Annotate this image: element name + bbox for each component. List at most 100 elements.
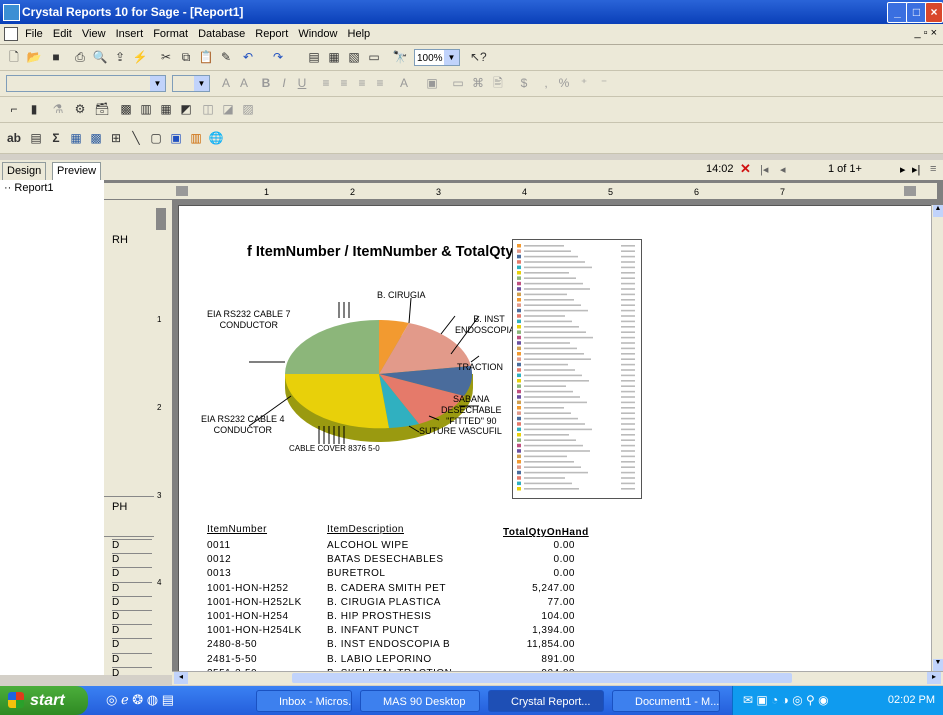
report-explorer-icon[interactable]: ▦: [326, 49, 342, 65]
insert-summary-icon[interactable]: Σ: [48, 130, 64, 146]
copy-icon[interactable]: ⧉: [178, 49, 194, 65]
section-d[interactable]: D: [112, 539, 152, 551]
section-d[interactable]: D: [112, 610, 152, 622]
menu-view[interactable]: View: [82, 24, 106, 44]
insert-picture-icon[interactable]: ▣: [168, 130, 184, 146]
report-options-icon[interactable]: ▨: [240, 101, 256, 117]
tree-root[interactable]: ·· Report1: [4, 182, 54, 194]
map-expert-icon[interactable]: ▦: [158, 101, 174, 117]
section-d[interactable]: D: [112, 595, 152, 608]
insert-group-icon[interactable]: ▤: [28, 130, 44, 146]
section-ph[interactable]: PH: [112, 501, 127, 513]
mdi-controls[interactable]: _ ▫ ×: [914, 27, 937, 39]
save-icon[interactable]: ■: [48, 49, 64, 65]
select-expert-icon[interactable]: ⌐: [6, 101, 22, 117]
shape-icon[interactable]: ▭: [450, 75, 466, 91]
section-d[interactable]: D: [112, 553, 152, 565]
workbench-icon[interactable]: ▭: [366, 49, 382, 65]
tab-preview[interactable]: Preview: [52, 162, 102, 180]
task-mas90[interactable]: MAS 90 Desktop: [360, 690, 480, 712]
vertical-scrollbar[interactable]: ▲ ▼: [931, 205, 943, 671]
print-preview-icon[interactable]: 🔍: [92, 49, 108, 65]
print-icon[interactable]: ⎙: [72, 49, 88, 65]
menu-database[interactable]: Database: [198, 24, 245, 44]
lock-format-icon[interactable]: 🖹: [490, 75, 506, 91]
border-icon[interactable]: ▣: [424, 75, 440, 91]
section-d[interactable]: D: [112, 567, 152, 579]
insert-line-icon[interactable]: ╲: [128, 130, 144, 146]
align-right-icon[interactable]: ≡: [354, 75, 370, 91]
insert-box-icon[interactable]: ▢: [148, 130, 164, 146]
insert-text-object-icon[interactable]: ab: [6, 130, 22, 146]
field-explorer-icon[interactable]: ▤: [306, 49, 322, 65]
help-cursor-icon[interactable]: ↖?: [470, 49, 487, 65]
font-size-select[interactable]: ▼: [172, 75, 210, 92]
tab-design[interactable]: Design: [2, 162, 47, 180]
italic-icon[interactable]: I: [276, 75, 292, 91]
scroll-left-icon[interactable]: ◂: [174, 672, 188, 684]
stop-icon[interactable]: ✕: [740, 161, 751, 177]
cut-icon[interactable]: ✂: [158, 49, 174, 65]
format-painter-icon[interactable]: ✎: [218, 49, 234, 65]
quicklaunch-icons[interactable]: ◎ ℯ ❂ ◍ ▤: [106, 692, 174, 708]
currency-icon[interactable]: $: [516, 75, 532, 91]
menu-file[interactable]: File: [25, 24, 43, 44]
section-expert-icon[interactable]: ⚙: [72, 101, 88, 117]
first-page-icon[interactable]: |◂: [760, 163, 768, 176]
repository-icon[interactable]: ▧: [346, 49, 362, 65]
align-center-icon[interactable]: ≡: [336, 75, 352, 91]
zoom-select[interactable]: 100% ▼: [414, 49, 460, 66]
section-rh[interactable]: RH: [112, 234, 128, 246]
insert-chart-icon[interactable]: ▥: [188, 130, 204, 146]
refresh-icon[interactable]: ⚡: [132, 49, 148, 65]
task-document1[interactable]: Document1 - M...: [612, 690, 720, 712]
last-page-icon[interactable]: ▸|: [912, 163, 920, 176]
redo-icon[interactable]: ↷: [270, 49, 286, 65]
find-icon[interactable]: 🔭: [392, 49, 408, 65]
scroll-thumb[interactable]: [292, 673, 792, 683]
template-expert-icon[interactable]: ◫: [200, 101, 216, 117]
close-button[interactable]: ×: [925, 2, 943, 23]
chart-expert-icon[interactable]: ▥: [138, 101, 154, 117]
increase-decimal-icon[interactable]: ⁺: [576, 75, 592, 91]
record-sort-icon[interactable]: ▮: [26, 101, 42, 117]
close-view-icon[interactable]: ≡: [930, 163, 936, 175]
section-d[interactable]: D: [112, 624, 152, 636]
menu-insert[interactable]: Insert: [116, 24, 144, 44]
paste-icon[interactable]: 📋: [198, 49, 214, 65]
scroll-right-icon[interactable]: ▸: [927, 672, 941, 684]
hyperlink-icon[interactable]: ◪: [220, 101, 236, 117]
section-d[interactable]: D: [112, 638, 152, 650]
percent-icon[interactable]: %: [556, 75, 572, 91]
highlighting-expert-icon[interactable]: ◩: [178, 101, 194, 117]
task-crystal-reports[interactable]: Crystal Report...: [488, 690, 604, 712]
group-expert-icon[interactable]: ▩: [118, 101, 134, 117]
align-left-icon[interactable]: ≡: [318, 75, 334, 91]
new-icon[interactable]: 🗋: [6, 49, 22, 65]
thousands-icon[interactable]: ,: [538, 75, 554, 91]
menu-format[interactable]: Format: [153, 24, 188, 44]
undo-icon[interactable]: ↶: [240, 49, 256, 65]
bold-icon[interactable]: B: [258, 75, 274, 91]
justify-icon[interactable]: ≡: [372, 75, 388, 91]
section-d[interactable]: D: [112, 581, 152, 594]
next-page-icon[interactable]: ▸: [900, 163, 906, 176]
font-color-icon[interactable]: A: [396, 75, 412, 91]
formula-workshop-icon[interactable]: ⚗: [50, 101, 66, 117]
menu-help[interactable]: Help: [348, 24, 371, 44]
section-d[interactable]: D: [112, 666, 152, 679]
insert-crosstab-icon[interactable]: ▦: [68, 130, 84, 146]
database-expert-icon[interactable]: 🗃: [94, 101, 110, 117]
insert-subreport-icon[interactable]: ⊞: [108, 130, 124, 146]
tray-icons[interactable]: ✉ ▣ ◔ ◑ ◎ ⚲ ◉: [743, 693, 829, 707]
scroll-up-icon[interactable]: ▲: [933, 205, 943, 217]
prev-page-icon[interactable]: ◂: [780, 163, 786, 176]
grow-font-icon[interactable]: A: [218, 75, 234, 91]
insert-olap-icon[interactable]: ▩: [88, 130, 104, 146]
maximize-button[interactable]: □: [906, 2, 927, 23]
scroll-down-icon[interactable]: ▼: [933, 659, 943, 671]
insert-map-icon[interactable]: 🌐: [208, 130, 224, 146]
horizontal-scrollbar[interactable]: ◂ ▸: [172, 671, 943, 685]
menu-report[interactable]: Report: [255, 24, 288, 44]
menu-window[interactable]: Window: [298, 24, 337, 44]
